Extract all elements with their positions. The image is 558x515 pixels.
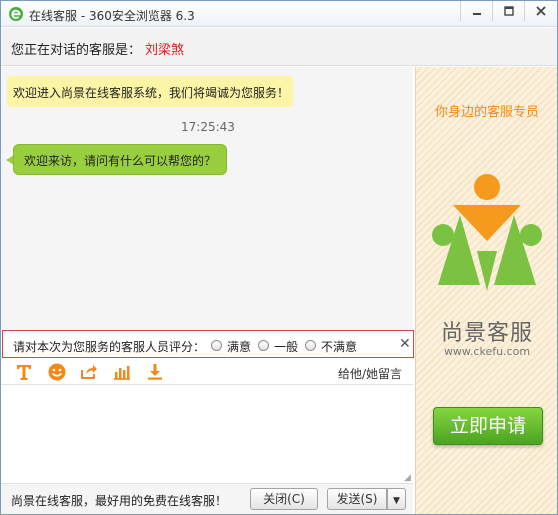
rating-label-average[interactable]: 一般 (274, 338, 298, 355)
close-button[interactable]: 关闭(C) (250, 488, 318, 510)
share-icon[interactable] (79, 362, 99, 382)
ad-brand: 尚景客服 (440, 321, 533, 346)
chat-window: 在线客服 - 360安全浏览器 6.3 您正在对话的客服是： 刘梁煞 欢迎进入尚… (0, 0, 558, 515)
rating-label-unsatisfied[interactable]: 不满意 (321, 338, 357, 355)
ad-tagline: 你身边的客服专员 (434, 105, 539, 120)
message-timestamp: 17:25:43 (181, 120, 235, 134)
rating-label-satisfied[interactable]: 满意 (227, 338, 251, 355)
chart-icon[interactable] (112, 362, 132, 382)
window-title: 在线客服 - 360安全浏览器 6.3 (29, 9, 195, 23)
rating-close-icon[interactable]: ✕ (399, 336, 411, 352)
leave-message-link[interactable]: 给他/她留言 (338, 365, 402, 382)
rating-radio-unsatisfied[interactable] (305, 340, 316, 351)
font-icon[interactable] (14, 362, 34, 382)
chevron-down-icon: ▼ (393, 496, 400, 506)
browser-e-icon (9, 7, 23, 21)
slogan-text: 尚景在线客服，最好用的免费在线客服！ (11, 494, 228, 508)
send-options-button[interactable]: ▼ (387, 488, 406, 510)
title-bar: 在线客服 - 360安全浏览器 6.3 (1, 1, 557, 27)
resize-grip-icon[interactable]: ◢ (404, 473, 411, 483)
rating-bar: 请对本次为您服务的客服人员评分： 满意 一般 不满意 ✕ (2, 330, 414, 358)
apply-now-button[interactable]: 立即申请 (433, 407, 543, 445)
agent-message: 欢迎来访，请问有什么可以帮您的？ (13, 144, 227, 175)
rating-radio-average[interactable] (258, 340, 269, 351)
ad-panel: 你身边的客服专员 尚景客服 www.ckefu.com 立即申请 (415, 67, 557, 514)
chat-history[interactable]: 欢迎进入尚景在线客服系统，我们将竭诚为您服务！ 17:25:43 欢迎来访，请问… (1, 67, 413, 330)
close-icon (536, 6, 546, 16)
send-button[interactable]: 发送(S) (327, 488, 387, 510)
input-toolbar: 给他/她留言 (1, 359, 413, 385)
window-close-button[interactable] (524, 1, 557, 21)
agent-label: 您正在对话的客服是： (11, 43, 142, 58)
ckefu-logo-icon (432, 174, 542, 291)
rating-prompt: 请对本次为您服务的客服人员评分： (13, 340, 206, 354)
minimize-icon (472, 13, 481, 15)
bottom-bar: 尚景在线客服，最好用的免费在线客服！ 关闭(C) 发送(S) ▼ (1, 483, 413, 514)
agent-bar: 您正在对话的客服是： 刘梁煞 (1, 28, 557, 66)
maximize-icon (503, 6, 514, 16)
maximize-button[interactable] (492, 1, 524, 21)
minimize-button[interactable] (460, 1, 492, 21)
download-icon[interactable] (145, 362, 165, 382)
ad-url[interactable]: www.ckefu.com (416, 345, 557, 358)
agent-name: 刘梁煞 (145, 43, 185, 58)
rating-radio-satisfied[interactable] (211, 340, 222, 351)
system-message: 欢迎进入尚景在线客服系统，我们将竭诚为您服务！ (7, 76, 293, 107)
message-input[interactable] (2, 386, 413, 482)
emoji-icon[interactable] (47, 362, 67, 382)
